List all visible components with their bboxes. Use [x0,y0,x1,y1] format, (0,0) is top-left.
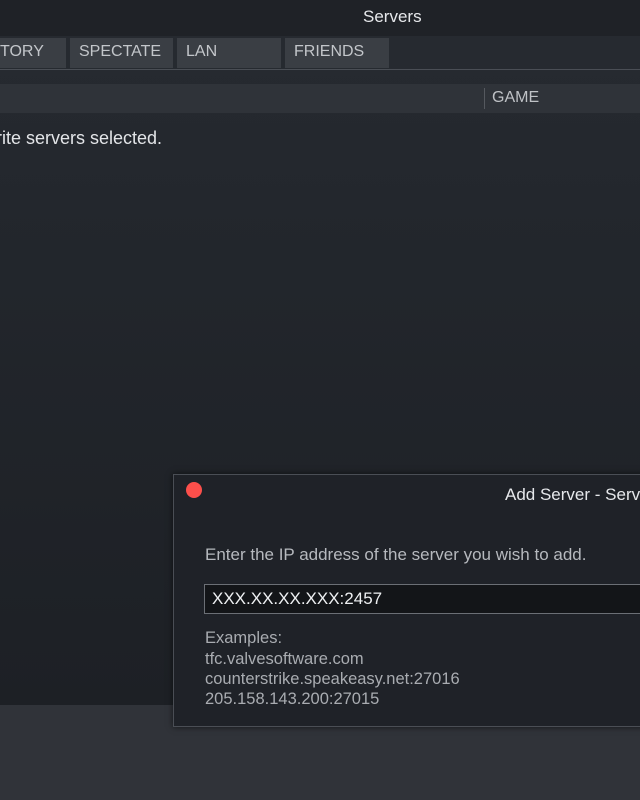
tab-label: LAN [186,43,218,60]
example-item: tfc.valvesoftware.com [205,650,364,668]
tab-friends[interactable]: FRIENDS [285,38,389,68]
add-server-dialog: Add Server - Serv Enter the IP address o… [173,474,640,727]
column-separator[interactable] [484,88,485,109]
example-item: 205.158.143.200:27015 [205,690,380,708]
examples-heading: Examples: [205,629,283,647]
tab-label: FRIENDS [294,43,365,60]
close-icon[interactable] [186,482,202,498]
tab-divider [0,69,640,70]
tab-history[interactable]: TORY [0,38,66,68]
ip-address-input[interactable] [204,584,640,614]
title-bar: Servers [0,0,640,36]
column-header-row: GAME [0,84,640,113]
example-item: counterstrike.speakeasy.net:27016 [205,670,460,688]
dialog-title: Add Server - Serv [505,485,640,504]
tab-label: SPECTATE [79,43,162,60]
empty-list-message: rite servers selected. [0,128,163,148]
tab-spectate[interactable]: SPECTATE [70,38,173,68]
tab-label: TORY [0,43,44,60]
column-header-game[interactable]: GAME [492,89,539,107]
dialog-prompt: Enter the IP address of the server you w… [205,545,587,564]
tab-lan[interactable]: LAN [177,38,281,68]
window-title: Servers [363,7,422,26]
